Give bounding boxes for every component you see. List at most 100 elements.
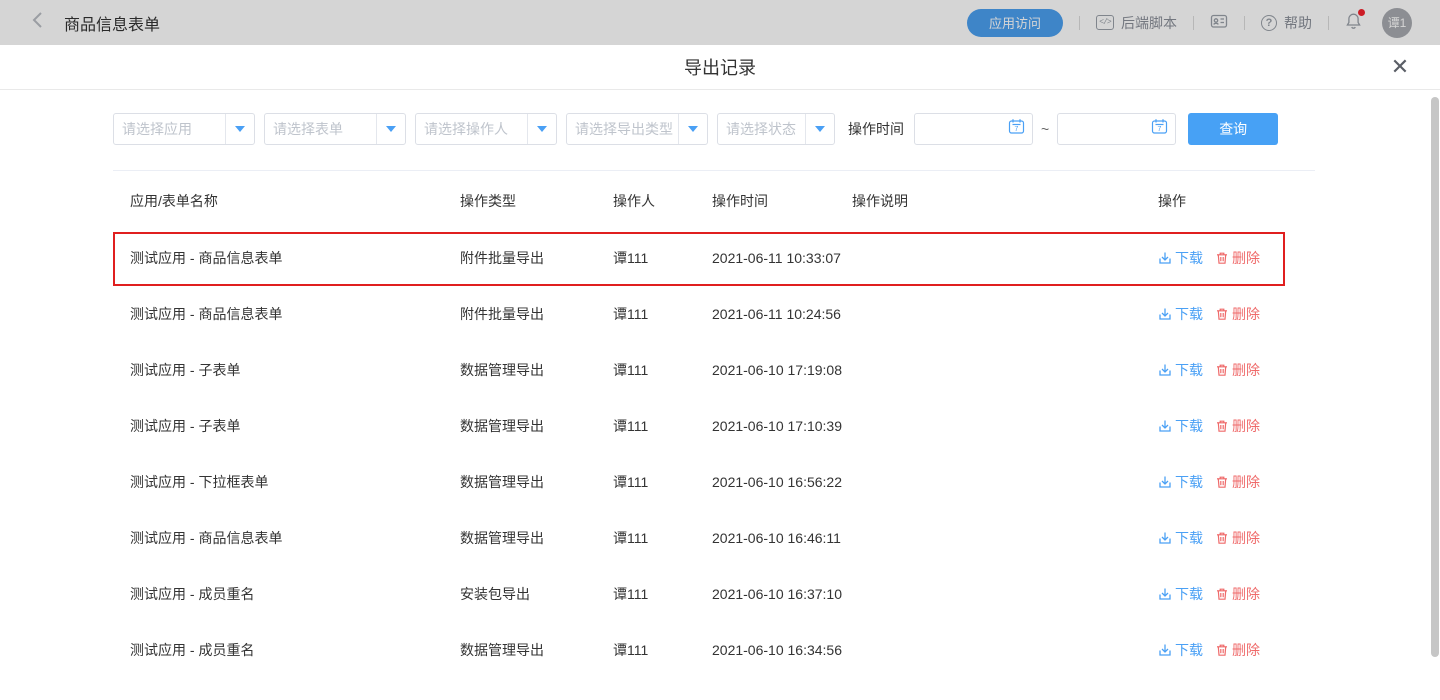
chevron-left-icon bbox=[31, 11, 43, 34]
chevron-down-icon bbox=[225, 114, 254, 144]
notifications-button[interactable] bbox=[1345, 12, 1362, 33]
contacts-button[interactable] bbox=[1210, 13, 1228, 32]
row-actions: 下载 删除 bbox=[1158, 584, 1315, 604]
delete-link[interactable]: 删除 bbox=[1215, 640, 1260, 660]
delete-link-label: 删除 bbox=[1232, 360, 1260, 380]
download-link[interactable]: 下载 bbox=[1158, 640, 1203, 660]
trash-icon bbox=[1215, 363, 1229, 377]
download-icon bbox=[1158, 419, 1172, 433]
backend-script-button[interactable]: </> 后端脚本 bbox=[1096, 13, 1177, 33]
divider bbox=[1193, 16, 1194, 30]
row-actions: 下载 删除 bbox=[1158, 248, 1315, 268]
chevron-down-icon bbox=[805, 114, 834, 144]
cell-operator: 谭111 bbox=[613, 472, 712, 492]
row-actions: 下载 删除 bbox=[1158, 360, 1315, 380]
download-link[interactable]: 下载 bbox=[1158, 360, 1203, 380]
download-link[interactable]: 下载 bbox=[1158, 304, 1203, 324]
download-icon bbox=[1158, 475, 1172, 489]
delete-link[interactable]: 删除 bbox=[1215, 584, 1260, 604]
delete-link-label: 删除 bbox=[1232, 528, 1260, 548]
help-icon: ? bbox=[1261, 15, 1277, 31]
cell-type: 数据管理导出 bbox=[460, 472, 613, 492]
row-actions: 下载 删除 bbox=[1158, 528, 1315, 548]
cell-type: 数据管理导出 bbox=[460, 360, 613, 380]
download-link[interactable]: 下载 bbox=[1158, 472, 1203, 492]
download-icon bbox=[1158, 643, 1172, 657]
select-operator[interactable]: 请选择操作人 bbox=[415, 113, 557, 145]
table-row: 测试应用 - 成员重名 数据管理导出 谭111 2021-06-10 16:34… bbox=[113, 622, 1315, 678]
help-label: 帮助 bbox=[1284, 13, 1312, 33]
bell-icon bbox=[1345, 12, 1362, 33]
date-start-input[interactable]: 7 bbox=[914, 113, 1033, 145]
topbar-actions: 应用访问 </> 后端脚本 bbox=[967, 8, 1412, 38]
download-link[interactable]: 下载 bbox=[1158, 528, 1203, 548]
download-link[interactable]: 下载 bbox=[1158, 416, 1203, 436]
app-root: 商品信息表单 应用访问 </> 后端脚本 bbox=[0, 0, 1440, 700]
close-icon[interactable]: ✕ bbox=[1384, 51, 1416, 83]
backend-script-label: 后端脚本 bbox=[1121, 13, 1177, 33]
col-type: 操作类型 bbox=[460, 191, 613, 211]
download-icon bbox=[1158, 587, 1172, 601]
table-row: 测试应用 - 子表单 数据管理导出 谭111 2021-06-10 17:10:… bbox=[113, 398, 1315, 454]
export-records-modal: 导出记录 ✕ 请选择应用 请选择表单 请选择操作人 请选择导出类型 请选择状态 bbox=[0, 45, 1440, 700]
select-export-type[interactable]: 请选择导出类型 bbox=[566, 113, 708, 145]
cell-name: 测试应用 - 商品信息表单 bbox=[130, 304, 460, 324]
delete-link[interactable]: 删除 bbox=[1215, 304, 1260, 324]
cell-type: 附件批量导出 bbox=[460, 248, 613, 268]
cell-time: 2021-06-10 17:10:39 bbox=[712, 418, 852, 434]
filter-bar: 请选择应用 请选择表单 请选择操作人 请选择导出类型 请选择状态 操作时间 bbox=[113, 113, 1278, 145]
select-app[interactable]: 请选择应用 bbox=[113, 113, 255, 145]
download-link[interactable]: 下载 bbox=[1158, 248, 1203, 268]
cell-type: 附件批量导出 bbox=[460, 304, 613, 324]
divider bbox=[1079, 16, 1080, 30]
svg-text:7: 7 bbox=[1158, 126, 1162, 133]
modal-title: 导出记录 bbox=[684, 54, 756, 80]
cell-name: 测试应用 - 成员重名 bbox=[130, 584, 460, 604]
select-form[interactable]: 请选择表单 bbox=[264, 113, 406, 145]
download-link-label: 下载 bbox=[1175, 640, 1203, 660]
date-end-input[interactable]: 7 bbox=[1057, 113, 1176, 145]
cell-name: 测试应用 - 子表单 bbox=[130, 416, 460, 436]
delete-link[interactable]: 删除 bbox=[1215, 416, 1260, 436]
download-link[interactable]: 下载 bbox=[1158, 584, 1203, 604]
download-link-label: 下载 bbox=[1175, 584, 1203, 604]
cell-name: 测试应用 - 商品信息表单 bbox=[130, 528, 460, 548]
delete-link-label: 删除 bbox=[1232, 640, 1260, 660]
help-button[interactable]: ? 帮助 bbox=[1261, 13, 1312, 33]
divider bbox=[1244, 16, 1245, 30]
cell-operator: 谭111 bbox=[613, 528, 712, 548]
notification-badge bbox=[1358, 9, 1365, 16]
query-button[interactable]: 查询 bbox=[1188, 113, 1278, 145]
delete-link[interactable]: 删除 bbox=[1215, 248, 1260, 268]
table-row: 测试应用 - 商品信息表单 附件批量导出 谭111 2021-06-11 10:… bbox=[113, 230, 1315, 286]
delete-link[interactable]: 删除 bbox=[1215, 360, 1260, 380]
delete-link[interactable]: 删除 bbox=[1215, 472, 1260, 492]
select-status[interactable]: 请选择状态 bbox=[717, 113, 835, 145]
page-title: 商品信息表单 bbox=[64, 11, 160, 35]
cell-type: 安装包导出 bbox=[460, 584, 613, 604]
app-access-button[interactable]: 应用访问 bbox=[967, 9, 1063, 37]
chevron-down-icon bbox=[527, 114, 556, 144]
download-icon bbox=[1158, 307, 1172, 321]
svg-text:7: 7 bbox=[1015, 126, 1019, 133]
cell-time: 2021-06-11 10:24:56 bbox=[712, 306, 852, 322]
cell-type: 数据管理导出 bbox=[460, 640, 613, 660]
delete-link-label: 删除 bbox=[1232, 248, 1260, 268]
select-app-placeholder: 请选择应用 bbox=[114, 119, 225, 139]
cell-operator: 谭111 bbox=[613, 304, 712, 324]
delete-link[interactable]: 删除 bbox=[1215, 528, 1260, 548]
table-body: 测试应用 - 商品信息表单 附件批量导出 谭111 2021-06-11 10:… bbox=[113, 230, 1315, 678]
vertical-scrollbar[interactable] bbox=[1431, 97, 1439, 657]
table-row: 测试应用 - 商品信息表单 附件批量导出 谭111 2021-06-11 10:… bbox=[113, 286, 1315, 342]
cell-type: 数据管理导出 bbox=[460, 416, 613, 436]
download-link-label: 下载 bbox=[1175, 248, 1203, 268]
delete-link-label: 删除 bbox=[1232, 584, 1260, 604]
cell-name: 测试应用 - 子表单 bbox=[130, 360, 460, 380]
table-row: 测试应用 - 商品信息表单 数据管理导出 谭111 2021-06-10 16:… bbox=[113, 510, 1315, 566]
cell-time: 2021-06-11 10:33:07 bbox=[712, 250, 852, 266]
cell-operator: 谭111 bbox=[613, 640, 712, 660]
back-button[interactable] bbox=[26, 12, 48, 34]
select-form-placeholder: 请选择表单 bbox=[265, 119, 376, 139]
avatar[interactable]: 谭1 bbox=[1382, 8, 1412, 38]
table-row: 测试应用 - 下拉框表单 数据管理导出 谭111 2021-06-10 16:5… bbox=[113, 454, 1315, 510]
